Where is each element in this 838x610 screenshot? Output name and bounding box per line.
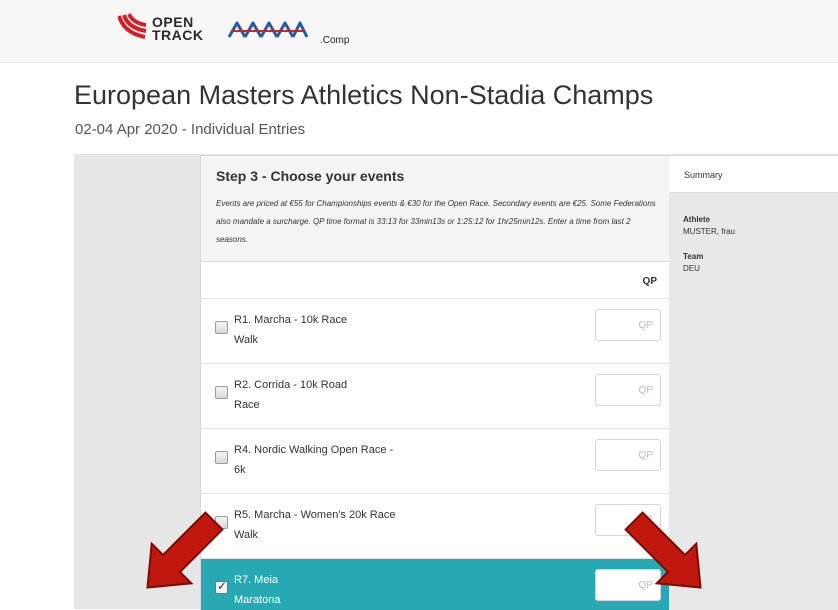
ema-logo [227, 21, 309, 38]
event-label-r7[interactable]: R7. Meia Maratona [234, 570, 454, 610]
team-value: DEU [683, 264, 700, 273]
top-bar: OPEN TRACK .Comp [0, 0, 838, 63]
step-title: Step 3 - Choose your events [216, 168, 405, 184]
qp-input-r1[interactable] [595, 309, 661, 341]
event-checkbox-r1[interactable] [215, 321, 228, 334]
event-name-line1: R7. Meia [234, 574, 279, 586]
event-name-line2: 6k [234, 464, 246, 476]
page-subtitle: 02-04 Apr 2020 - Individual Entries [75, 121, 306, 138]
event-name-line2: Race [234, 399, 260, 411]
event-row-r4[interactable]: R4. Nordic Walking Open Race - 6k [201, 429, 669, 494]
event-label-r4[interactable]: R4. Nordic Walking Open Race - 6k [234, 440, 454, 480]
qp-input-r2[interactable] [595, 374, 661, 406]
athlete-value: MUSTER, frau [683, 227, 736, 236]
event-label-r1[interactable]: R1. Marcha - 10k Race Walk [234, 310, 454, 350]
opentrack-logo[interactable]: OPEN TRACK [118, 13, 218, 47]
logo-text-track: TRACK [152, 27, 204, 43]
event-name-line2: Walk [234, 334, 259, 346]
team-label: Team [683, 252, 704, 261]
event-row-r1[interactable]: R1. Marcha - 10k Race Walk [201, 299, 669, 364]
event-row-r2[interactable]: R2. Corrida - 10k Road Race [201, 364, 669, 429]
event-row-r7[interactable]: ✓ R7. Meia Maratona [201, 559, 669, 610]
opentrack-wordmark: OPEN TRACK [152, 15, 204, 43]
qp-header-row: QP [201, 262, 669, 299]
event-checkbox-r4[interactable] [215, 451, 228, 464]
comp-label: .Comp [320, 35, 350, 46]
event-checkbox-r2[interactable] [215, 386, 228, 399]
opentrack-stripes-icon [118, 13, 147, 39]
qp-column-header: QP [642, 276, 657, 287]
event-row-r5[interactable]: R5. Marcha - Women's 20k Race Walk [201, 494, 669, 559]
events-panel: Step 3 - Choose your events Events are p… [200, 155, 670, 610]
panel-header: Step 3 - Choose your events Events are p… [201, 156, 669, 262]
event-name-line1: R1. Marcha - 10k Race [234, 314, 348, 326]
event-label-r2[interactable]: R2. Corrida - 10k Road Race [234, 375, 454, 415]
qp-input-r4[interactable] [595, 439, 661, 471]
event-name-line2: Walk [234, 529, 259, 541]
athlete-label: Athlete [683, 215, 711, 224]
event-label-r5[interactable]: R5. Marcha - Women's 20k Race Walk [234, 505, 454, 545]
annotation-arrow-qp-icon [624, 511, 702, 589]
summary-title: Summary [684, 170, 723, 180]
summary-header: Summary [669, 156, 838, 193]
event-name-line1: R5. Marcha - Women's 20k Race [234, 509, 396, 521]
event-name-line2: Maratona [234, 594, 281, 606]
event-name-line1: R2. Corrida - 10k Road [234, 379, 348, 391]
page-title: European Masters Athletics Non-Stadia Ch… [74, 80, 654, 110]
step-description: Events are priced at €55 for Championshi… [216, 199, 656, 244]
event-name-line1: R4. Nordic Walking Open Race - [234, 444, 394, 456]
annotation-arrow-checkbox-icon [146, 511, 224, 589]
